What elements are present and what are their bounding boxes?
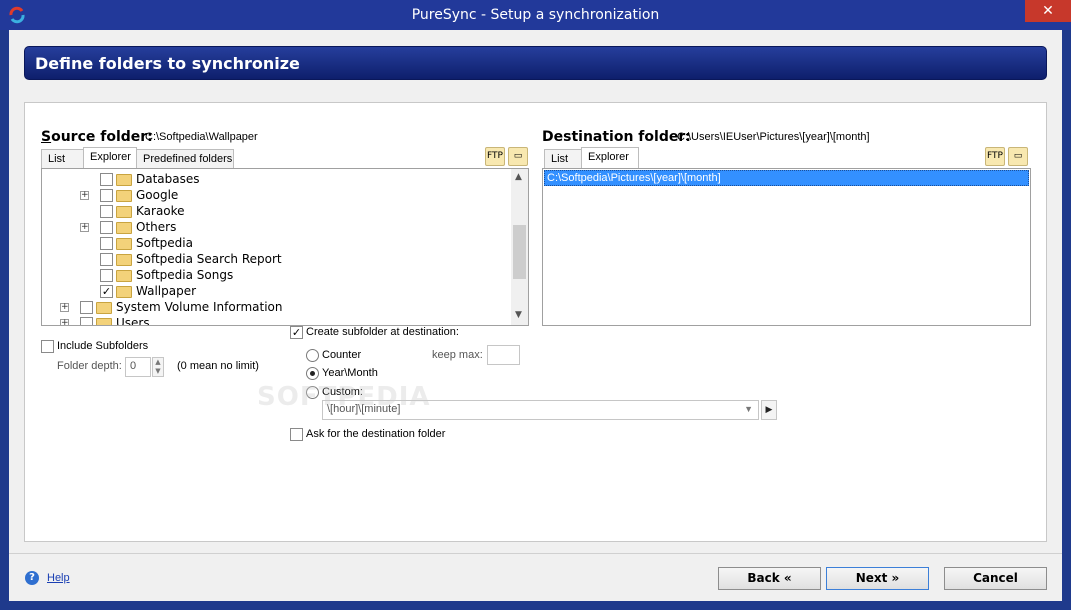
folder-icon <box>116 190 132 202</box>
tree-item-checkbox[interactable] <box>80 301 93 314</box>
include-subfolders-checkbox[interactable] <box>41 340 54 353</box>
source-folder-path: C:\Softpedia\Wallpaper <box>145 131 258 143</box>
footer-divider <box>9 553 1062 554</box>
ftp-icon[interactable]: FTP <box>485 147 505 166</box>
tree-item-label: Users <box>116 316 150 326</box>
destination-tab-list[interactable]: List <box>544 149 582 168</box>
tree-item-checkbox[interactable] <box>80 317 93 325</box>
window-title: PureSync - Setup a synchronization <box>411 7 660 23</box>
help-icon[interactable]: ? <box>25 571 39 585</box>
source-folder-label-text: ource folder: <box>51 129 153 145</box>
tree-item-label: Google <box>136 188 179 202</box>
source-folder-tree[interactable]: Databases + Google Karaoke + Others Softpedia S… <box>41 168 529 326</box>
wizard-client-area: Define folders to synchronize Source fol… <box>9 30 1062 601</box>
counter-radio[interactable] <box>306 349 319 362</box>
tree-item[interactable]: + Users <box>42 315 510 326</box>
scroll-down-icon[interactable]: ▼ <box>515 310 522 320</box>
folder-icon <box>116 270 132 282</box>
include-subfolders-label: Include Subfolders <box>57 340 149 352</box>
folder-icon <box>116 286 132 298</box>
destination-ftp-icon[interactable]: FTP <box>985 147 1005 166</box>
source-tab-list[interactable]: List <box>41 149 84 168</box>
destination-list[interactable]: C:\Softpedia\Pictures\[year]\[month] <box>542 168 1031 326</box>
source-folder-label: Source folder: <box>41 129 153 145</box>
close-button[interactable]: ✕ <box>1025 0 1071 22</box>
tree-item-checkbox[interactable] <box>100 253 113 266</box>
wizard-header: Define folders to synchronize <box>24 46 1047 80</box>
scroll-up-icon[interactable]: ▲ <box>515 172 522 182</box>
tree-item-checkbox[interactable] <box>100 269 113 282</box>
expand-icon[interactable]: + <box>80 223 89 232</box>
folder-icon <box>96 302 112 314</box>
folder-icon <box>116 254 132 266</box>
destination-folder-path: C:\Users\IEUser\Pictures\[year]\[month] <box>677 131 870 143</box>
expand-icon[interactable]: + <box>80 191 89 200</box>
folder-icon <box>116 206 132 218</box>
tree-item-label: Wallpaper <box>136 284 197 298</box>
tree-item-checkbox[interactable] <box>100 173 113 186</box>
main-panel: Source folder: C:\Softpedia\Wallpaper Li… <box>24 102 1047 542</box>
tree-item[interactable]: Softpedia Songs <box>42 267 510 283</box>
cancel-button[interactable]: Cancel <box>944 567 1047 590</box>
tree-item-label: Others <box>136 220 177 234</box>
ask-destination-checkbox[interactable] <box>290 428 303 441</box>
tree-item-checkbox[interactable] <box>100 237 113 250</box>
tree-item-checkbox[interactable]: ✓ <box>100 285 113 298</box>
browse-folder-icon[interactable]: ▭ <box>508 147 528 166</box>
tree-item-label: Softpedia Search Report <box>136 252 282 266</box>
destination-folder-label: Destination folder: <box>542 129 691 145</box>
watermark: SOFTPEDIA <box>257 382 431 412</box>
back-button[interactable]: Back « <box>718 567 821 590</box>
folder-icon <box>96 318 112 325</box>
source-tab-explorer[interactable]: Explorer <box>83 147 137 168</box>
chevron-down-icon[interactable]: ▼ <box>744 404 753 414</box>
tree-item[interactable]: + Others <box>42 219 510 235</box>
tree-item-checkbox[interactable] <box>100 221 113 234</box>
tree-item-label: Softpedia <box>136 236 193 250</box>
folder-depth-spinner[interactable]: ▲ ▼ <box>152 357 164 377</box>
create-subfolder-label: Create subfolder at destination: <box>306 326 459 338</box>
help-link[interactable]: Help <box>47 572 70 584</box>
source-tree-scrollbar[interactable]: ▲ ▼ <box>511 169 528 325</box>
expand-icon[interactable]: + <box>60 319 69 325</box>
create-subfolder-checkbox[interactable]: ✓ <box>290 326 303 339</box>
destination-tab-explorer[interactable]: Explorer <box>581 147 639 168</box>
tree-item[interactable]: Karaoke <box>42 203 510 219</box>
folder-depth-label: Folder depth: <box>57 360 122 372</box>
tree-item-checkbox[interactable] <box>100 205 113 218</box>
scroll-thumb[interactable] <box>513 225 526 279</box>
ask-destination-label: Ask for the destination folder <box>306 428 446 440</box>
tree-item[interactable]: Softpedia <box>42 235 510 251</box>
keep-max-label: keep max: <box>432 349 483 361</box>
tree-item-checkbox[interactable] <box>100 189 113 202</box>
source-tab-predefined[interactable]: Predefined folders <box>136 149 234 168</box>
tree-item[interactable]: ✓ Wallpaper <box>42 283 510 299</box>
counter-label: Counter <box>322 349 362 361</box>
destination-selected-item[interactable]: C:\Softpedia\Pictures\[year]\[month] <box>544 170 1029 186</box>
folder-icon <box>116 174 132 186</box>
next-button[interactable]: Next » <box>826 567 929 590</box>
tree-item[interactable]: + System Volume Information <box>42 299 510 315</box>
tree-item[interactable]: Softpedia Search Report <box>42 251 510 267</box>
expand-icon[interactable]: + <box>60 303 69 312</box>
folder-icon <box>116 222 132 234</box>
folder-depth-input[interactable]: 0 <box>125 357 151 377</box>
keep-max-input[interactable] <box>487 345 520 365</box>
folder-depth-hint: (0 mean no limit) <box>177 360 259 372</box>
tree-item-label: System Volume Information <box>116 300 283 314</box>
tree-item-label: Softpedia Songs <box>136 268 234 282</box>
insert-token-button[interactable]: ▶ <box>761 400 777 420</box>
page-title: Define folders to synchronize <box>35 54 300 73</box>
tree-item-label: Karaoke <box>136 204 185 218</box>
tree-item-label: Databases <box>136 172 200 186</box>
folder-icon <box>116 238 132 250</box>
tree-item[interactable]: Databases <box>42 171 510 187</box>
year-month-radio[interactable] <box>306 367 319 380</box>
year-month-label: Year\Month <box>322 367 378 379</box>
tree-item[interactable]: + Google <box>42 187 510 203</box>
destination-browse-folder-icon[interactable]: ▭ <box>1008 147 1028 166</box>
title-bar: PureSync - Setup a synchronization ✕ <box>0 0 1071 30</box>
